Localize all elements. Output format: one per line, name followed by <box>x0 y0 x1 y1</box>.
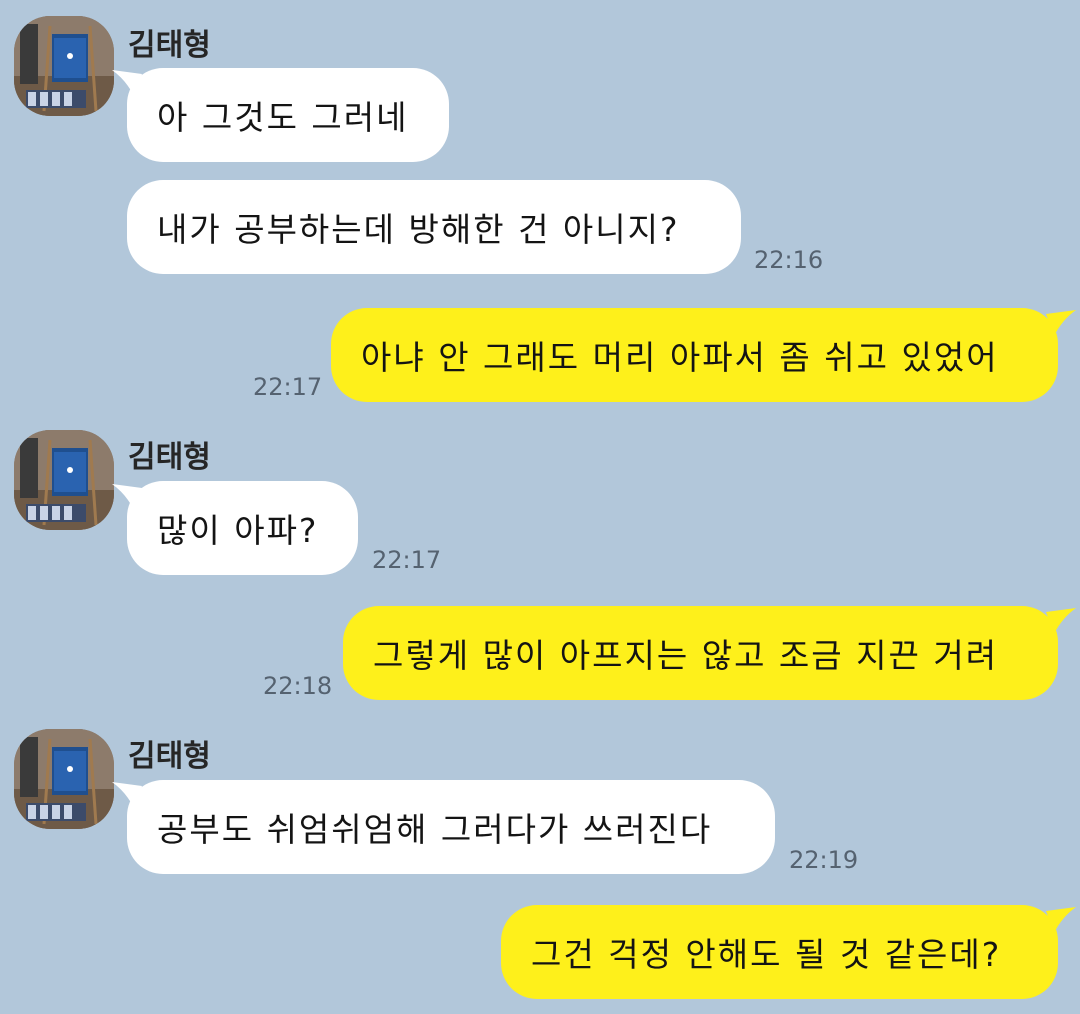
message-time: 22:16 <box>754 246 824 274</box>
profile-photo-icon <box>14 16 114 116</box>
message-text: 많이 아파? <box>157 511 319 550</box>
message-text: 아냐 안 그래도 머리 아파서 좀 쉬고 있었어 <box>361 338 999 377</box>
sender-name: 김태형 <box>128 739 211 774</box>
profile-photo-icon <box>14 430 114 530</box>
message-text: 그건 걱정 안해도 될 것 같은데? <box>531 935 1002 974</box>
message-time: 22:17 <box>253 373 323 401</box>
message-text: 공부도 쉬엄쉬엄해 그러다가 쓰러진다 <box>157 810 713 849</box>
message-bubble-outgoing[interactable]: 아냐 안 그래도 머리 아파서 좀 쉬고 있었어 <box>331 308 1058 402</box>
bubble-tail <box>1046 907 1076 933</box>
message-bubble-incoming[interactable]: 많이 아파? <box>127 481 358 575</box>
message-bubble-incoming[interactable]: 내가 공부하는데 방해한 건 아니지? <box>127 180 741 274</box>
message-text: 내가 공부하는데 방해한 건 아니지? <box>157 210 680 249</box>
bubble-tail <box>1046 310 1076 336</box>
message-bubble-incoming[interactable]: 아 그것도 그러네 <box>127 68 449 162</box>
message-bubble-outgoing[interactable]: 그렇게 많이 아프지는 않고 조금 지끈 거려 <box>343 606 1058 700</box>
profile-photo-icon <box>14 729 114 829</box>
bubble-tail <box>1046 608 1076 634</box>
message-time: 22:18 <box>263 672 333 700</box>
avatar[interactable] <box>14 16 114 116</box>
sender-name: 김태형 <box>128 28 211 63</box>
chat-area[interactable]: 김태형 아 그것도 그러네 내가 공부하는데 방해한 건 아니지? 22:16 … <box>0 0 1080 1014</box>
avatar[interactable] <box>14 430 114 530</box>
avatar[interactable] <box>14 729 114 829</box>
message-bubble-outgoing[interactable]: 그건 걱정 안해도 될 것 같은데? <box>501 905 1058 999</box>
message-text: 그렇게 많이 아프지는 않고 조금 지끈 거려 <box>373 636 999 675</box>
sender-name: 김태형 <box>128 440 211 475</box>
message-text: 아 그것도 그러네 <box>157 98 409 137</box>
message-time: 22:19 <box>789 846 859 874</box>
message-bubble-incoming[interactable]: 공부도 쉬엄쉬엄해 그러다가 쓰러진다 <box>127 780 775 874</box>
message-time: 22:17 <box>372 546 442 574</box>
